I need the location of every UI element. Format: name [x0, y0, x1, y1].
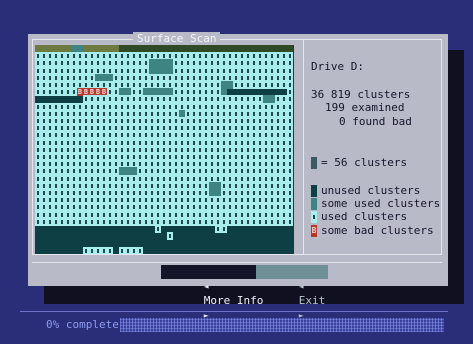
legend-some-used: some used clusters: [311, 197, 440, 210]
cluster-map: BBBBB: [35, 45, 294, 254]
used-cluster-block: [155, 225, 161, 233]
used-cluster-block: [107, 246, 113, 254]
total-clusters: 36 819 clusters: [311, 88, 411, 101]
arrow-left-icon: ◄: [203, 282, 209, 291]
panel-divider: [303, 40, 304, 254]
button-separator: [32, 262, 442, 263]
legend-block-label: = 56 clusters: [321, 156, 408, 169]
legend-block-size: = 56 clusters: [311, 156, 407, 169]
dialog-title: Surface Scan: [133, 32, 221, 46]
drive-label: Drive D:: [311, 60, 364, 73]
examined-count: 199 examined: [325, 101, 405, 114]
legend-some-used-swatch: [311, 197, 317, 210]
progress-bar: [120, 318, 444, 332]
legend-some-used-label: some used clusters: [321, 197, 441, 210]
exit-label: Exit: [298, 294, 326, 307]
exit-button[interactable]: ◄ Exit ►: [256, 265, 329, 320]
found-bad-count: 0 found bad: [339, 115, 412, 128]
arrow-left-icon: ◄: [298, 282, 304, 291]
legend-unused-label: unused clusters: [321, 184, 421, 197]
progress-track: [120, 318, 444, 332]
legend-bad: B some bad clusters: [311, 224, 434, 237]
status-text: 0% complete: [46, 318, 119, 331]
used-cluster-block: [167, 232, 173, 241]
used-cluster-block: [221, 225, 227, 233]
screen: Surface Scan BBBBB Drive D: 36 819 clust…: [0, 0, 473, 344]
legend-bad-label: some bad clusters: [321, 224, 434, 237]
surface-scan-dialog: Surface Scan BBBBB Drive D: 36 819 clust…: [28, 32, 448, 320]
used-cluster-block: [137, 246, 143, 254]
more-info-button[interactable]: ◄ More Info ►: [161, 265, 267, 320]
legend-used-swatch: [311, 210, 317, 223]
more-info-label: More Info: [203, 294, 264, 307]
legend-unused-swatch: [311, 184, 317, 197]
legend-unused: unused clusters: [311, 184, 420, 197]
legend-used-label: used clusters: [321, 210, 408, 223]
legend-used: used clusters: [311, 210, 407, 223]
used-cluster-block: [287, 217, 293, 226]
legend-bad-swatch: B: [311, 224, 317, 237]
legend-block-swatch: [311, 156, 317, 169]
status-divider: [20, 311, 448, 312]
